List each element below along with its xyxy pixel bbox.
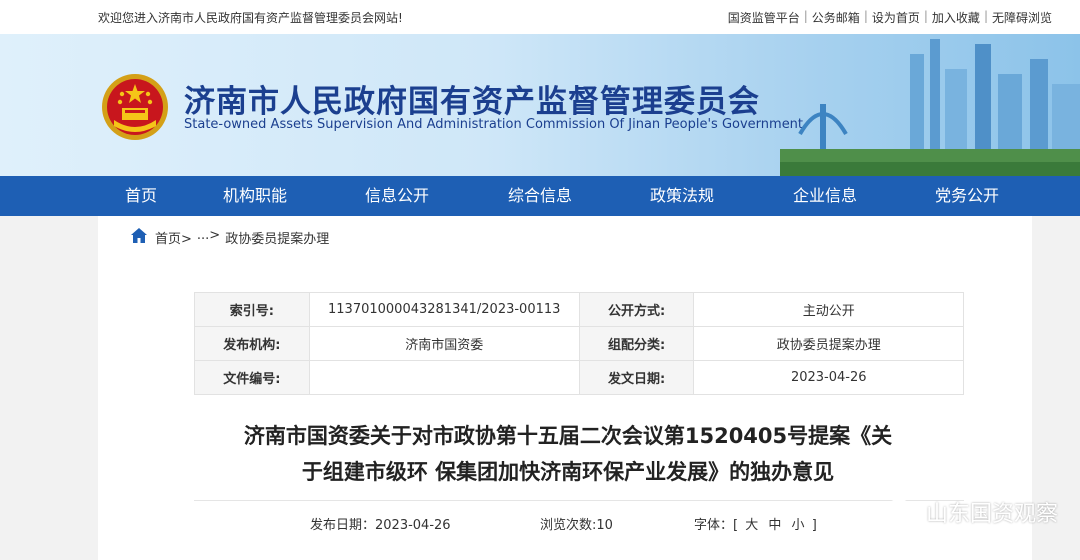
top-link-bookmark[interactable]: 加入收藏 xyxy=(932,9,980,26)
nav-item-info-disclosure[interactable]: 信息公开 xyxy=(347,176,447,216)
table-row: 发布机构: 济南市国资委 组配分类: 政协委员提案办理 xyxy=(194,326,964,361)
nav-item-policies[interactable]: 政策法规 xyxy=(632,176,732,216)
publisher-value: 济南市国资委 xyxy=(308,326,580,361)
top-link-accessibility[interactable]: 无障碍浏览 xyxy=(992,9,1052,26)
top-link-email[interactable]: 公务邮箱 xyxy=(812,9,860,26)
home-icon xyxy=(131,228,147,243)
top-link-platform[interactable]: 国资监管平台 xyxy=(728,9,800,26)
table-row: 索引号: 113701000043281341/2023-00113 公开方式:… xyxy=(194,292,964,327)
nav-item-home[interactable]: 首页 xyxy=(91,176,191,216)
site-subtitle: State-owned Assets Supervision And Admin… xyxy=(184,117,804,132)
breadcrumb: 首页> ...> 政协委员提案办理 xyxy=(98,216,1032,256)
header-banner: 济南市人民政府国有资产监督管理委员会 State-owned Assets Su… xyxy=(0,34,1080,176)
font-size-small-button[interactable]: 小 xyxy=(792,518,805,533)
main-nav: 首页 机构职能 信息公开 综合信息 政策法规 企业信息 党务公开 xyxy=(0,176,1080,216)
font-size-bracket: ] xyxy=(811,518,817,533)
doc-number-value xyxy=(308,360,580,395)
article-title-line: 济南市国资委关于对市政协第十五届二次会议第1520405号提案《关 xyxy=(243,424,893,448)
separator: | xyxy=(983,9,988,23)
welcome-text: 欢迎您进入济南市人民政府国有资产监督管理委员会网站! xyxy=(98,11,403,25)
top-link-set-homepage[interactable]: 设为首页 xyxy=(872,9,920,26)
city-skyline-image xyxy=(780,39,1080,176)
national-emblem-icon xyxy=(102,74,168,140)
index-label: 索引号: xyxy=(194,292,310,327)
font-size-control: 字体：[ 大 中 小 ] xyxy=(694,514,817,533)
separator: | xyxy=(863,9,868,23)
publisher-label: 发布机构: xyxy=(194,326,310,361)
wechat-icon xyxy=(885,499,920,524)
issue-date-label: 发文日期: xyxy=(578,360,695,395)
divider xyxy=(194,500,964,501)
top-links: 国资监管平台 | 公务邮箱 | 设为首页 | 加入收藏 | 无障碍浏览 xyxy=(728,9,1052,26)
nav-item-enterprise-info[interactable]: 企业信息 xyxy=(775,176,875,216)
document-meta-table: 索引号: 113701000043281341/2023-00113 公开方式:… xyxy=(194,292,964,395)
nav-item-party-affairs[interactable]: 党务公开 xyxy=(917,176,1017,216)
top-bar: 欢迎您进入济南市人民政府国有资产监督管理委员会网站! 国资监管平台 | 公务邮箱… xyxy=(0,0,1080,34)
category-value: 政协委员提案办理 xyxy=(693,326,964,361)
open-mode-value: 主动公开 xyxy=(693,292,964,327)
separator: | xyxy=(803,9,808,23)
nav-item-general-info[interactable]: 综合信息 xyxy=(490,176,590,216)
article-title-line: 于组建市级环 保集团加快济南环保产业发展》的独办意见 xyxy=(301,460,835,484)
view-count: 浏览次数:10 xyxy=(540,518,613,533)
nav-item-functions[interactable]: 机构职能 xyxy=(205,176,305,216)
issue-date-value: 2023-04-26 xyxy=(693,360,964,395)
open-mode-label: 公开方式: xyxy=(578,292,695,327)
site-title: 济南市人民政府国有资产监督管理委员会 xyxy=(184,84,760,120)
index-value: 113701000043281341/2023-00113 xyxy=(308,292,580,327)
separator: | xyxy=(923,9,928,23)
font-size-medium-button[interactable]: 中 xyxy=(768,518,781,533)
font-size-large-button[interactable]: 大 xyxy=(745,518,758,533)
font-size-label: 字体：[ xyxy=(694,518,739,533)
table-row: 文件编号: 发文日期: 2023-04-26 xyxy=(194,360,964,395)
watermark-text: 山东国资观察 xyxy=(925,502,1058,527)
breadcrumb-ellipsis[interactable]: ...> xyxy=(197,228,220,247)
category-label: 组配分类: xyxy=(578,326,695,361)
breadcrumb-home[interactable]: 首页> xyxy=(155,228,192,247)
wechat-watermark: 山东国资观察 xyxy=(885,496,1058,528)
doc-number-label: 文件编号: xyxy=(194,360,310,395)
article-title: 济南市国资委关于对市政协第十五届二次会议第1520405号提案《关 于组建市级环… xyxy=(158,418,978,490)
breadcrumb-current[interactable]: 政协委员提案办理 xyxy=(225,228,329,247)
publish-date: 发布日期：2023-04-26 xyxy=(310,518,451,533)
